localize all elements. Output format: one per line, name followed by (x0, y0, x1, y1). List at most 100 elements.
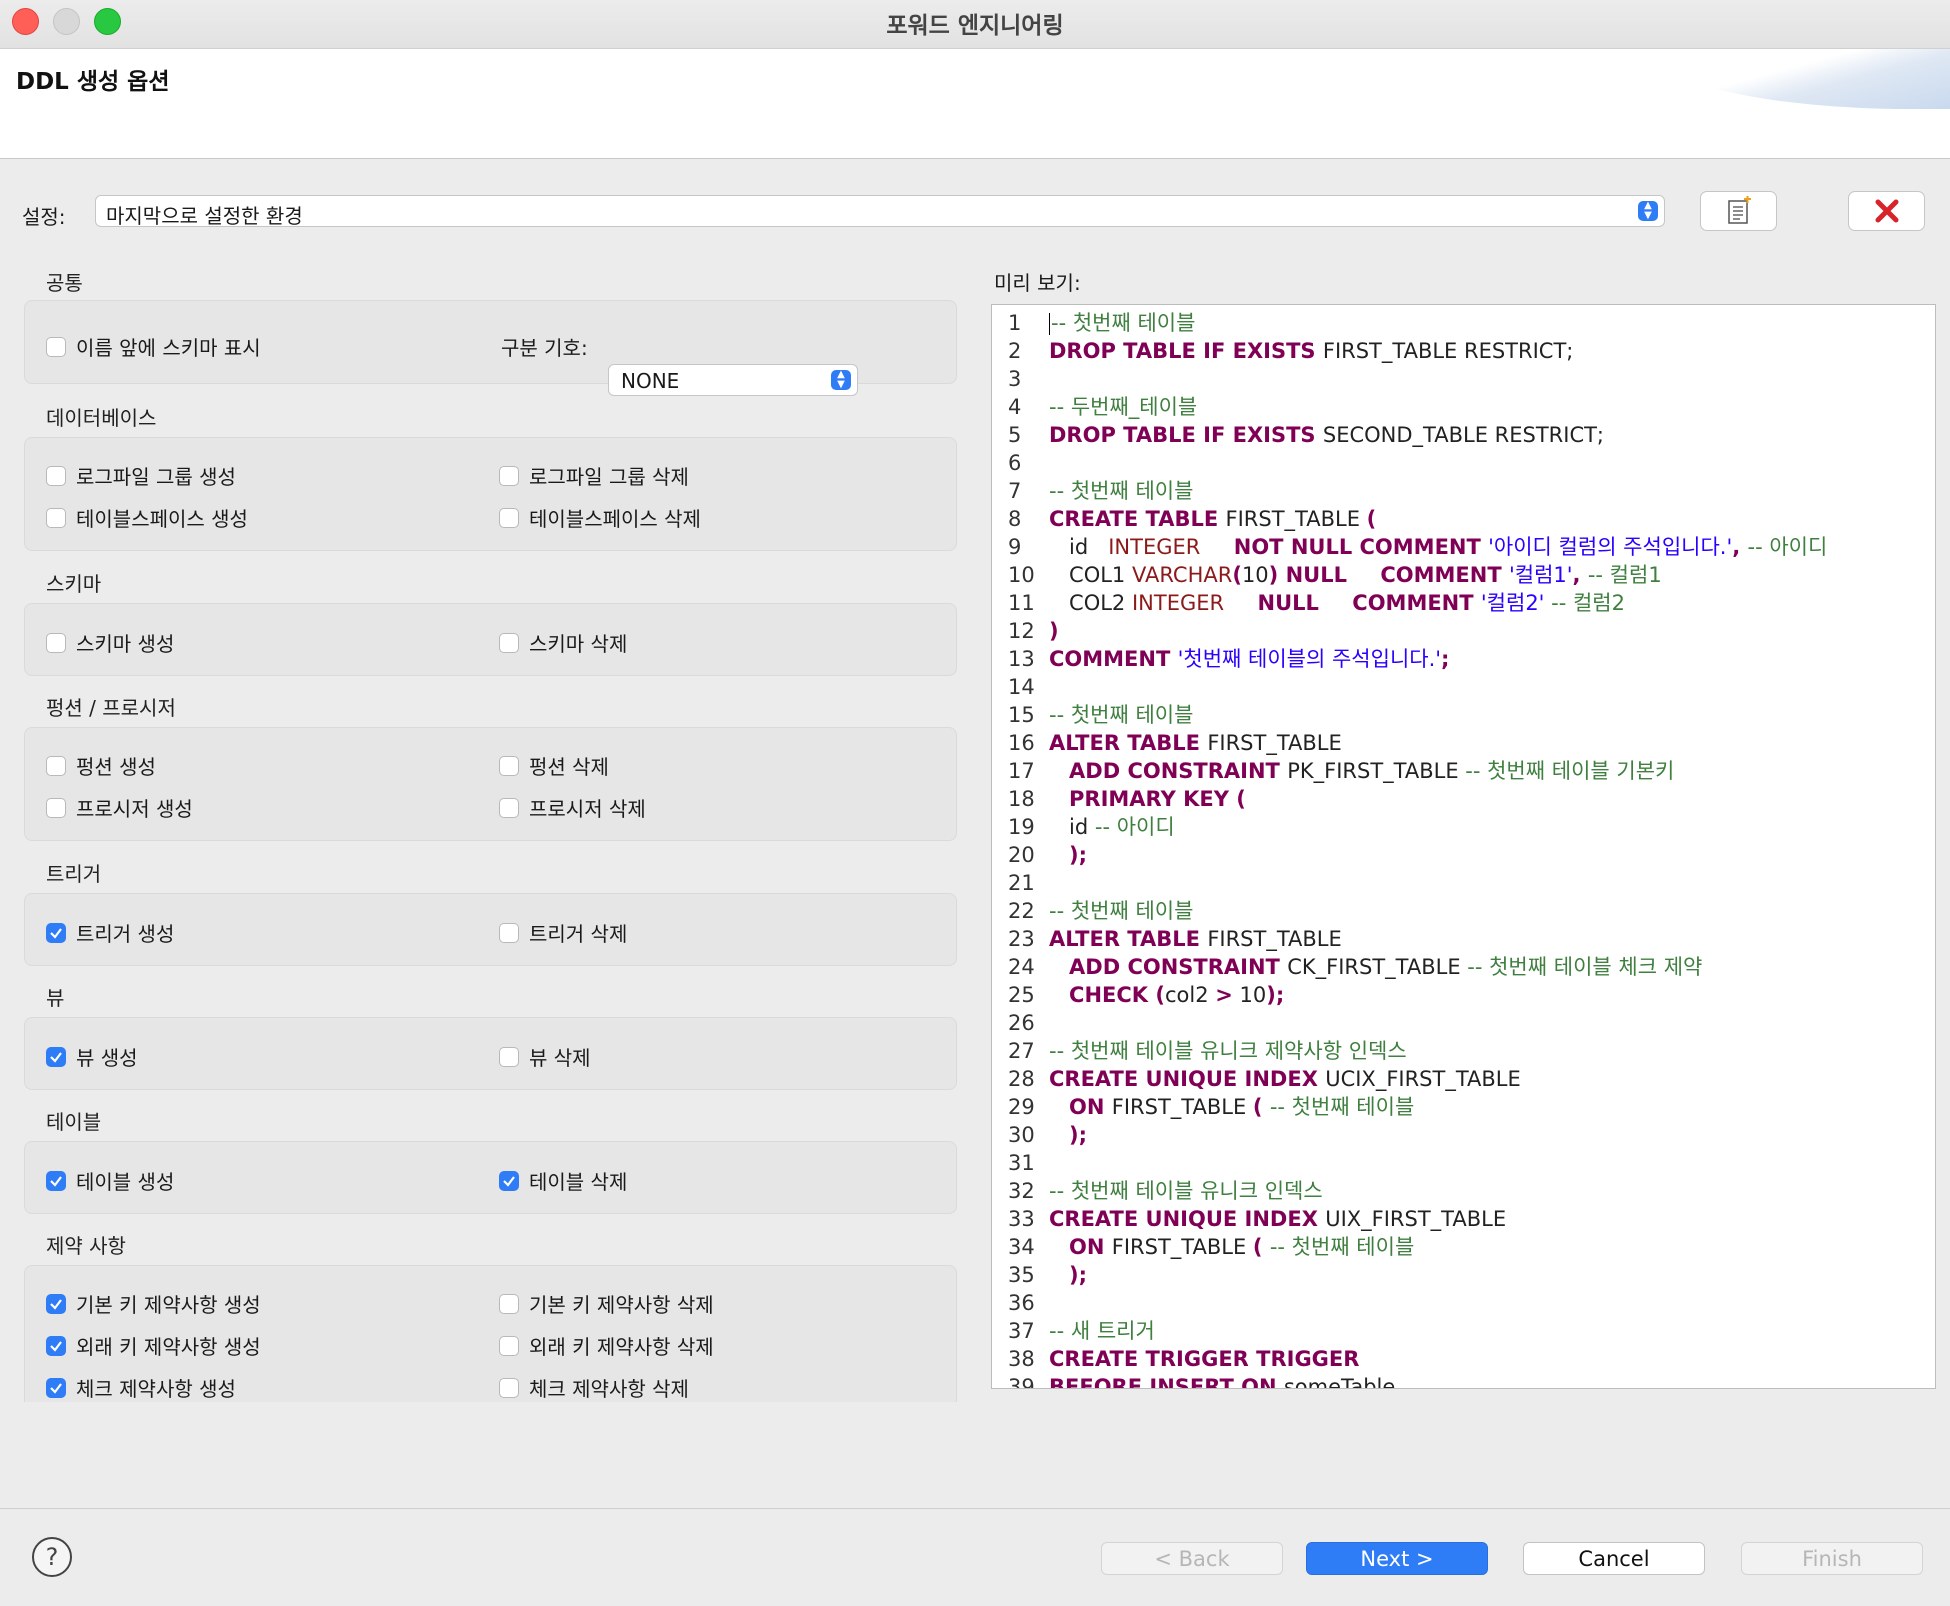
code-line: 10 COL1 VARCHAR(10) NULL COMMENT '컬럼1', … (992, 561, 1935, 589)
code-token: '첫번째 테이블의 주석입니다.' (1177, 647, 1442, 671)
option-label: 뷰 삭제 (529, 1046, 591, 1070)
checkbox[interactable] (499, 1293, 519, 1314)
checkbox-checked[interactable] (46, 1293, 66, 1314)
code-line: 21 (992, 869, 1935, 897)
checkbox-checked[interactable] (46, 1170, 66, 1191)
code-line: 32 -- 첫번째 테이블 유니크 인덱스 (992, 1177, 1935, 1205)
code-token: 10 (1241, 563, 1269, 587)
code-token: NOT NULL COMMENT (1233, 535, 1489, 559)
code-line: 13 COMMENT '첫번째 테이블의 주석입니다.'; (992, 645, 1935, 673)
code-token: VARCHAR (1131, 563, 1233, 587)
code-token: FIRST_TABLE (1111, 1095, 1253, 1119)
code-token: INTEGER (1108, 535, 1201, 559)
code-token: col2 (1164, 983, 1216, 1007)
checkbox[interactable] (499, 797, 519, 818)
option-create-view[interactable]: 뷰 생성 (46, 1042, 138, 1071)
checkmark-icon (50, 1382, 62, 1394)
option-drop-table[interactable]: 테이블 삭제 (499, 1166, 627, 1195)
checkbox[interactable] (499, 1046, 519, 1067)
option-create-trigger[interactable]: 트리거 생성 (46, 918, 174, 947)
checkbox[interactable] (46, 507, 66, 528)
option-drop-procedure[interactable]: 프로시저 삭제 (499, 793, 646, 822)
code-token: ON (1069, 1095, 1112, 1119)
option-create-procedure[interactable]: 프로시저 생성 (46, 793, 193, 822)
option-drop-view[interactable]: 뷰 삭제 (499, 1042, 591, 1071)
option-create-check-constraint[interactable]: 체크 제약사항 생성 (46, 1373, 236, 1402)
code-token: ( (1155, 983, 1165, 1007)
checkbox-checked[interactable] (46, 922, 66, 943)
settings-select[interactable]: 마지막으로 설정한 환경 ▲ ▼ (95, 195, 1665, 228)
group-schema: 스키마 생성 스키마 삭제 (24, 603, 957, 676)
checkbox[interactable] (46, 465, 66, 486)
delete-settings-button[interactable] (1848, 191, 1925, 231)
finish-button[interactable]: Finish (1741, 1542, 1923, 1575)
option-create-schema[interactable]: 스키마 생성 (46, 628, 174, 657)
code-text: -- 새 트리거 (1049, 1317, 1155, 1345)
save-settings-button[interactable] (1700, 191, 1777, 231)
line-number: 8 (1008, 507, 1022, 531)
code-token: ALTER TABLE (1049, 927, 1208, 951)
checkbox[interactable] (499, 465, 519, 486)
back-button[interactable]: < Back (1101, 1542, 1283, 1575)
cancel-button[interactable]: Cancel (1523, 1542, 1705, 1575)
group-function-procedure: 펑션 생성 펑션 삭제 프로시저 생성 프로시저 삭제 (24, 727, 957, 841)
checkbox[interactable] (499, 507, 519, 528)
checkbox[interactable] (499, 755, 519, 776)
option-drop-trigger[interactable]: 트리거 삭제 (499, 918, 627, 947)
separator-select-value: NONE (621, 369, 680, 393)
option-drop-tablespace[interactable]: 테이블스페이스 삭제 (499, 503, 701, 532)
line-number: 13 (1008, 647, 1035, 671)
checkbox[interactable] (499, 1377, 519, 1398)
chevron-updown-icon: ▲ ▼ (831, 370, 851, 390)
option-drop-pk-constraint[interactable]: 기본 키 제약사항 삭제 (499, 1289, 714, 1318)
checkbox[interactable] (499, 1335, 519, 1356)
checkbox-checked[interactable] (499, 1170, 519, 1191)
checkbox[interactable] (46, 336, 66, 357)
code-line: 39 BEFORE INSERT ON someTable (992, 1373, 1935, 1389)
option-drop-check-constraint[interactable]: 체크 제약사항 삭제 (499, 1373, 689, 1402)
code-token: DROP TABLE IF EXISTS (1049, 339, 1323, 363)
option-drop-logfile-group[interactable]: 로그파일 그룹 삭제 (499, 461, 689, 490)
option-create-fk-constraint[interactable]: 외래 키 제약사항 생성 (46, 1331, 261, 1360)
code-line: 5 DROP TABLE IF EXISTS SECOND_TABLE RESTR… (992, 421, 1935, 449)
ddl-preview-editor[interactable]: 1 -- 첫번째 테이블 2 DROP TABLE IF EXISTS FIRST_T… (991, 304, 1936, 1389)
checkbox[interactable] (46, 755, 66, 776)
code-token: UCIX_FIRST_TABLE (1325, 1067, 1521, 1091)
option-create-table[interactable]: 테이블 생성 (46, 1166, 174, 1195)
code-token: someTable (1283, 1375, 1396, 1389)
code-token: -- 첫번째 테이블 기본키 (1465, 759, 1675, 783)
checkbox[interactable] (46, 632, 66, 653)
code-token: ADD CONSTRAINT (1069, 759, 1288, 783)
line-number: 4 (1008, 395, 1022, 419)
code-text: CREATE TRIGGER TRIGGER (1049, 1345, 1359, 1373)
option-create-tablespace[interactable]: 테이블스페이스 생성 (46, 503, 248, 532)
next-button[interactable]: Next > (1306, 1542, 1488, 1575)
option-drop-function[interactable]: 펑션 삭제 (499, 751, 609, 780)
checkbox-checked[interactable] (46, 1335, 66, 1356)
option-create-logfile-group[interactable]: 로그파일 그룹 생성 (46, 461, 236, 490)
checkbox-checked[interactable] (46, 1377, 66, 1398)
text-cursor (1049, 313, 1050, 335)
code-token: -- 컬럼2 (1551, 591, 1625, 615)
option-schema-prefix[interactable]: 이름 앞에 스키마 표시 (46, 332, 261, 361)
help-button[interactable]: ? (32, 1537, 72, 1577)
code-token: NULL (1257, 591, 1319, 615)
group-title-constraints: 제약 사항 (46, 1234, 126, 1258)
checkbox[interactable] (499, 922, 519, 943)
code-token: '컬럼2' (1480, 591, 1545, 615)
code-text: -- 첫번째 테이블 유니크 제약사항 인덱스 (1049, 1037, 1407, 1065)
checkbox[interactable] (499, 632, 519, 653)
option-create-pk-constraint[interactable]: 기본 키 제약사항 생성 (46, 1289, 261, 1318)
option-drop-fk-constraint[interactable]: 외래 키 제약사항 삭제 (499, 1331, 714, 1360)
separator-select[interactable]: NONE ▲ ▼ (608, 364, 858, 396)
option-drop-schema[interactable]: 스키마 삭제 (499, 628, 627, 657)
checkbox[interactable] (46, 797, 66, 818)
code-line: 1 -- 첫번째 테이블 (992, 309, 1935, 337)
option-create-function[interactable]: 펑션 생성 (46, 751, 156, 780)
code-line: 22 -- 첫번째 테이블 (992, 897, 1935, 925)
checkbox-checked[interactable] (46, 1046, 66, 1067)
code-token: 10 (1232, 983, 1267, 1007)
code-text: -- 첫번째 테이블 (1049, 309, 1195, 337)
code-line: 26 (992, 1009, 1935, 1037)
